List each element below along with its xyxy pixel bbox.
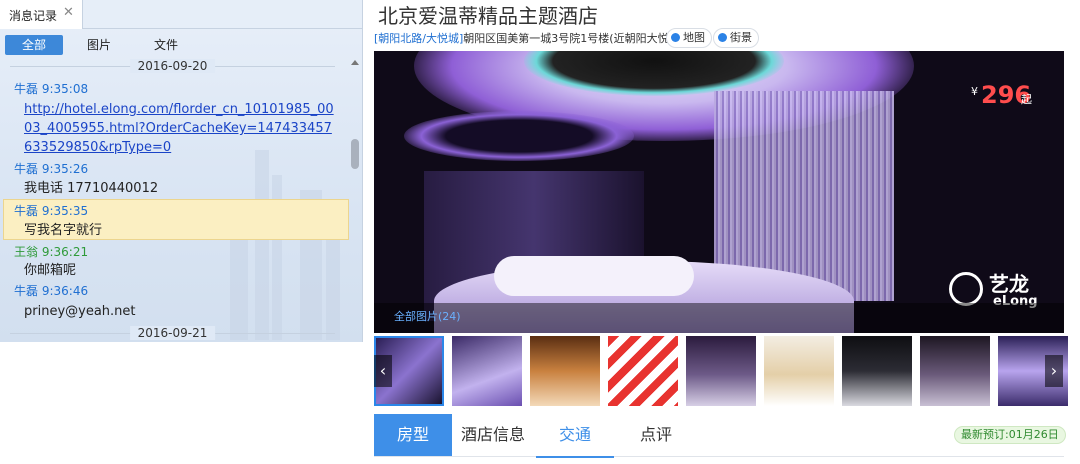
filter-images-button[interactable]: 图片 bbox=[75, 35, 123, 55]
hotel-address: [朝阳北路/大悦城]朝阳区国美第一城3号院1号楼(近朝阳大悦城) bbox=[374, 32, 684, 45]
filter-all-button[interactable]: 全部 bbox=[5, 35, 63, 55]
thumbnail[interactable] bbox=[842, 336, 912, 406]
message-header: 王翁 9:36:21 bbox=[14, 245, 89, 259]
message-header: 牛磊 9:35:08 bbox=[14, 82, 89, 96]
message-text: 你邮箱呢 bbox=[24, 263, 77, 278]
all-photos-link[interactable]: 全部图片(24) bbox=[394, 308, 461, 324]
hotel-name: 北京爱温蒂精品主题酒店 bbox=[378, 4, 598, 28]
street-view-icon bbox=[718, 33, 727, 42]
filter-files-button[interactable]: 文件 bbox=[142, 35, 190, 55]
scroll-up-icon[interactable] bbox=[351, 60, 359, 65]
thumbnail[interactable] bbox=[452, 336, 522, 406]
message-text: 我电话 17710440012 bbox=[24, 181, 159, 196]
tab-rooms[interactable]: 房型 bbox=[374, 414, 452, 456]
map-button[interactable]: 地图 bbox=[666, 28, 712, 48]
tab-hotel-info[interactable]: 酒店信息 bbox=[456, 414, 530, 456]
message-header: 牛磊 9:35:26 bbox=[14, 162, 89, 176]
price-tag: ¥ 296 起 bbox=[971, 81, 1032, 109]
tab-reviews[interactable]: 点评 bbox=[620, 414, 692, 456]
message-header: 牛磊 9:36:46 bbox=[14, 284, 89, 298]
last-booked-badge: 最新预订:01月26日 bbox=[954, 426, 1066, 444]
date-divider: 2016-09-20 bbox=[0, 58, 345, 74]
location-pin-icon bbox=[671, 33, 680, 42]
scroll-thumb[interactable] bbox=[351, 139, 359, 169]
chevron-right-icon[interactable]: › bbox=[1045, 355, 1063, 387]
street-view-button[interactable]: 街景 bbox=[713, 28, 759, 48]
chat-tabbar: 消息记录 ✕ bbox=[0, 0, 362, 29]
message-header: 牛磊 9:35:35 bbox=[14, 204, 89, 218]
thumbnail[interactable] bbox=[686, 336, 756, 406]
message-text: 写我名字就行 bbox=[24, 223, 103, 238]
thumbnail[interactable] bbox=[530, 336, 600, 406]
hotel-main-photo[interactable]: ¥ 296 起 艺龙 eLong 全部图片(24) bbox=[374, 51, 1064, 333]
close-icon[interactable]: ✕ bbox=[63, 5, 74, 20]
tab-message-history[interactable]: 消息记录 ✕ bbox=[0, 0, 83, 29]
chevron-left-icon[interactable]: ‹ bbox=[374, 355, 392, 387]
photo-thumbnails bbox=[374, 336, 1068, 408]
thumbnail[interactable] bbox=[608, 336, 678, 406]
chat-history-panel: 消息记录 ✕ 全部 图片 文件 2016-09-20 牛磊 9:35:08 ht… bbox=[0, 0, 363, 342]
thumbnail[interactable] bbox=[920, 336, 990, 406]
message-text: priney@yeah.net bbox=[24, 304, 136, 319]
tab-transport[interactable]: 交通 bbox=[536, 414, 614, 458]
area-link[interactable]: [朝阳北路/大悦城] bbox=[374, 32, 463, 45]
tab-label: 消息记录 bbox=[9, 9, 58, 23]
message-link[interactable]: http://hotel.elong.com/florder_cn_101019… bbox=[24, 100, 334, 157]
chat-scrollbar[interactable] bbox=[350, 58, 360, 342]
date-divider: 2016-09-21 bbox=[0, 325, 345, 341]
thumbnail[interactable] bbox=[764, 336, 834, 406]
